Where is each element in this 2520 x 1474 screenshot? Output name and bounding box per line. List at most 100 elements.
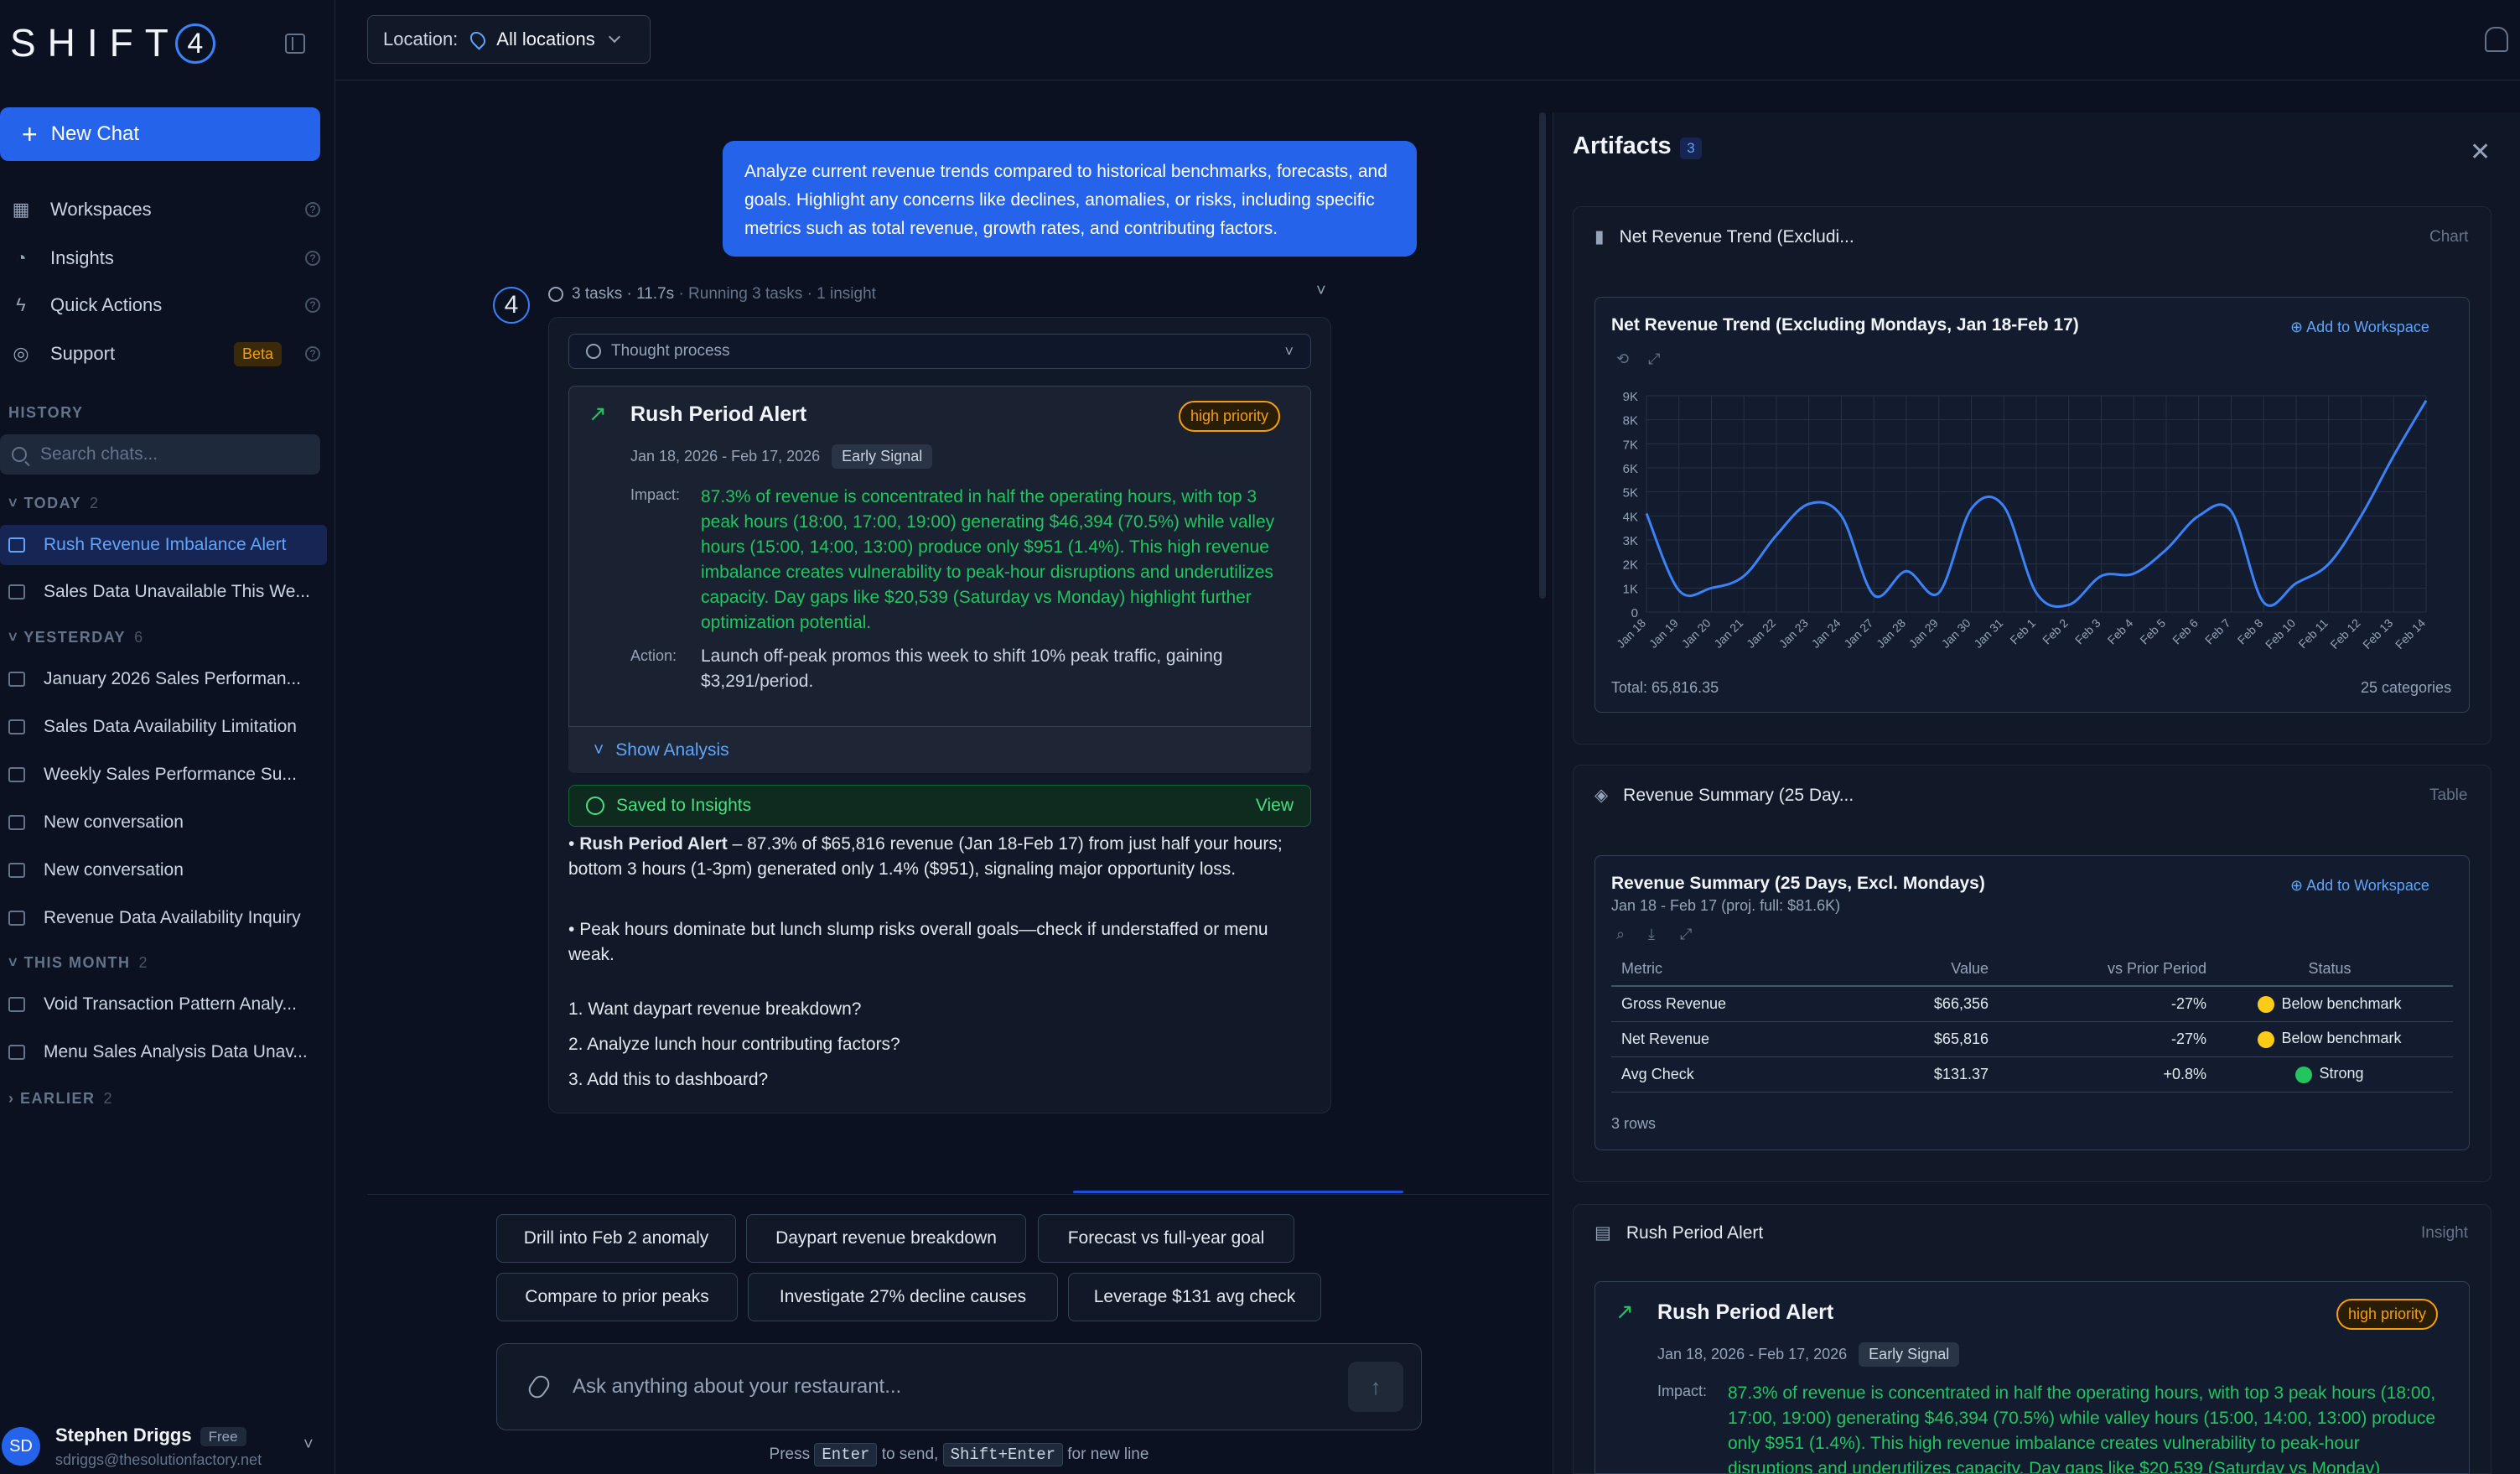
expand-icon[interactable]: ⤢ (1648, 350, 1660, 368)
line-chart: 01K2K3K4K5K6K7K8K9KJan 18Jan 19Jan 20Jan… (1614, 390, 2428, 651)
y-tick-label: 6K (1623, 462, 1638, 476)
suggestion-chip[interactable]: Daypart revenue breakdown (746, 1214, 1026, 1263)
chart-title: Net Revenue Trend (Excluding Mondays, Ja… (1611, 315, 2079, 335)
y-tick-label: 3K (1623, 534, 1638, 548)
suggestion-chip[interactable]: Leverage $131 avg check (1068, 1273, 1321, 1321)
chat-icon (8, 1045, 25, 1060)
location-selector[interactable]: Location: All locations (367, 15, 651, 64)
top-bar (335, 0, 2520, 80)
search-chats-input[interactable]: Search chats... (0, 434, 320, 475)
nav-insights[interactable]: ◔ Insights? (10, 240, 320, 277)
help-icon[interactable]: ? (305, 202, 320, 217)
y-tick-label: 9K (1623, 390, 1638, 404)
chat-icon (8, 719, 25, 734)
status-dot (2258, 1030, 2275, 1048)
beta-badge: Beta (233, 341, 282, 366)
group-today[interactable]: ˅ TODAY 2 (8, 495, 98, 512)
plus-icon: + (22, 119, 38, 149)
scrollbar[interactable] (1539, 112, 1546, 599)
expand-icon[interactable]: ⤢ (1680, 926, 1692, 943)
column-header[interactable]: Metric (1611, 952, 1829, 987)
cell-vs-prior: -27% (1989, 1021, 2206, 1057)
column-header[interactable]: Value (1829, 952, 1989, 987)
x-tick-label: Jan 29 (1906, 616, 1941, 651)
x-tick-label: Feb 8 (2235, 616, 2266, 647)
check-circle-icon (586, 797, 604, 815)
nav-quick-actions[interactable]: ϟ Quick Actions? (10, 287, 320, 324)
suggestion-chip[interactable]: Drill into Feb 2 anomaly (496, 1214, 736, 1263)
revenue-summary-table: Metric Value vs Prior Period Status Gros… (1611, 952, 2453, 1093)
add-to-workspace-button[interactable]: ⊕ Add to Workspace (2290, 877, 2429, 895)
help-icon[interactable]: ? (305, 298, 320, 313)
history-item[interactable]: Weekly Sales Performance Su... (0, 755, 327, 795)
layers-icon: ◈ (1594, 786, 1609, 805)
artifact-type: Insight (2421, 1224, 2468, 1242)
followup-question[interactable]: 3. Add this to dashboard? (568, 1070, 768, 1090)
send-button[interactable]: ↑ (1348, 1362, 1403, 1412)
history-item[interactable]: Sales Data Unavailable This We... (0, 572, 327, 612)
group-yesterday[interactable]: ˅ YESTERDAY 6 (8, 629, 143, 646)
chevron-down-icon[interactable]: ˅ (1316, 282, 1326, 301)
history-item[interactable]: Void Transaction Pattern Analy... (0, 984, 327, 1025)
artifact-type: Chart (2429, 228, 2469, 246)
cell-value: $131.37 (1829, 1056, 1989, 1093)
x-tick-label: Feb 1 (2007, 616, 2038, 647)
thought-process-toggle[interactable]: Thought process ˅ (568, 334, 1311, 369)
task-summary[interactable]: 3 tasks · 11.7s · Running 3 tasks · 1 in… (548, 285, 876, 304)
insight-title: Rush Period Alert (630, 402, 807, 426)
x-tick-label: Jan 18 (1614, 616, 1648, 651)
group-this-month[interactable]: ˅ THIS MONTH 2 (8, 954, 148, 972)
help-icon[interactable]: ? (305, 251, 320, 266)
followup-question[interactable]: 2. Analyze lunch hour contributing facto… (568, 1035, 900, 1055)
insight-title: Rush Period Alert (1657, 1300, 1834, 1324)
insight-artifact-header[interactable]: ▤ Rush Period Alert (1594, 1222, 1763, 1243)
row-count: 3 rows (1611, 1115, 1657, 1132)
chart-artifact-header[interactable]: ▮ Net Revenue Trend (Excludi... (1594, 226, 1854, 247)
suggestion-chip[interactable]: Forecast vs full-year goal (1038, 1214, 1294, 1263)
view-link[interactable]: View (1256, 796, 1294, 816)
history-item[interactable]: Revenue Data Availability Inquiry (0, 898, 327, 938)
user-message: Analyze current revenue trends compared … (723, 141, 1417, 257)
help-icon[interactable]: ? (305, 346, 320, 361)
new-chat-button[interactable]: + New Chat (0, 107, 320, 161)
cell-value: $65,816 (1829, 1021, 1989, 1057)
bell-icon[interactable] (2485, 27, 2508, 52)
followup-question[interactable]: 1. Want daypart revenue breakdown? (568, 999, 861, 1020)
group-earlier[interactable]: › EARLIER 2 (8, 1090, 112, 1108)
close-icon[interactable]: ✕ (2470, 138, 2491, 167)
search-icon[interactable]: ⌕ (1616, 926, 1625, 943)
attach-icon[interactable] (525, 1372, 553, 1402)
download-icon[interactable]: ⤓ (1648, 926, 1655, 943)
chart-reset-icon[interactable]: ⟲ (1616, 350, 1629, 368)
history-item[interactable]: New conversation (0, 850, 327, 890)
y-tick-label: 8K (1623, 414, 1638, 428)
impact-label: Impact: (630, 486, 681, 503)
history-item[interactable]: Sales Data Availability Limitation (0, 707, 327, 747)
brand-logo[interactable]: SHIFT 4 (10, 20, 215, 66)
history-item[interactable]: Menu Sales Analysis Data Unav... (0, 1032, 327, 1072)
table-artifact-header[interactable]: ◈ Revenue Summary (25 Day... (1594, 785, 1854, 806)
divider (367, 1194, 1549, 1195)
history-item[interactable]: Rush Revenue Imbalance Alert (0, 525, 327, 565)
scroll-indicator (1073, 1191, 1403, 1193)
y-tick-label: 1K (1623, 582, 1638, 596)
location-pin-icon (467, 29, 490, 50)
nav-workspaces[interactable]: ▦ Workspaces? (10, 191, 320, 228)
show-analysis-button[interactable]: ˅ Show Analysis (568, 726, 1311, 773)
signal-badge: Early Signal (832, 444, 933, 469)
table-row: Net Revenue $65,816 -27% Below benchmark (1611, 1021, 2453, 1057)
info-icon (586, 344, 601, 359)
column-header[interactable]: Status (2206, 952, 2453, 987)
nav-support[interactable]: ◎ Support Beta? (10, 335, 320, 372)
collapse-sidebar-icon[interactable] (285, 34, 305, 54)
history-item[interactable]: New conversation (0, 802, 327, 843)
chat-icon (8, 815, 25, 830)
suggestion-chip[interactable]: Investigate 27% decline causes (748, 1273, 1058, 1321)
suggestion-chip[interactable]: Compare to prior peaks (496, 1273, 738, 1321)
chevron-down-icon (608, 30, 620, 44)
message-composer[interactable]: Ask anything about your restaurant... (496, 1343, 1422, 1430)
add-to-workspace-button[interactable]: ⊕ Add to Workspace (2290, 319, 2429, 336)
insights-icon: ◔ (15, 247, 27, 268)
column-header[interactable]: vs Prior Period (1989, 952, 2206, 987)
history-item[interactable]: January 2026 Sales Performan... (0, 659, 327, 699)
